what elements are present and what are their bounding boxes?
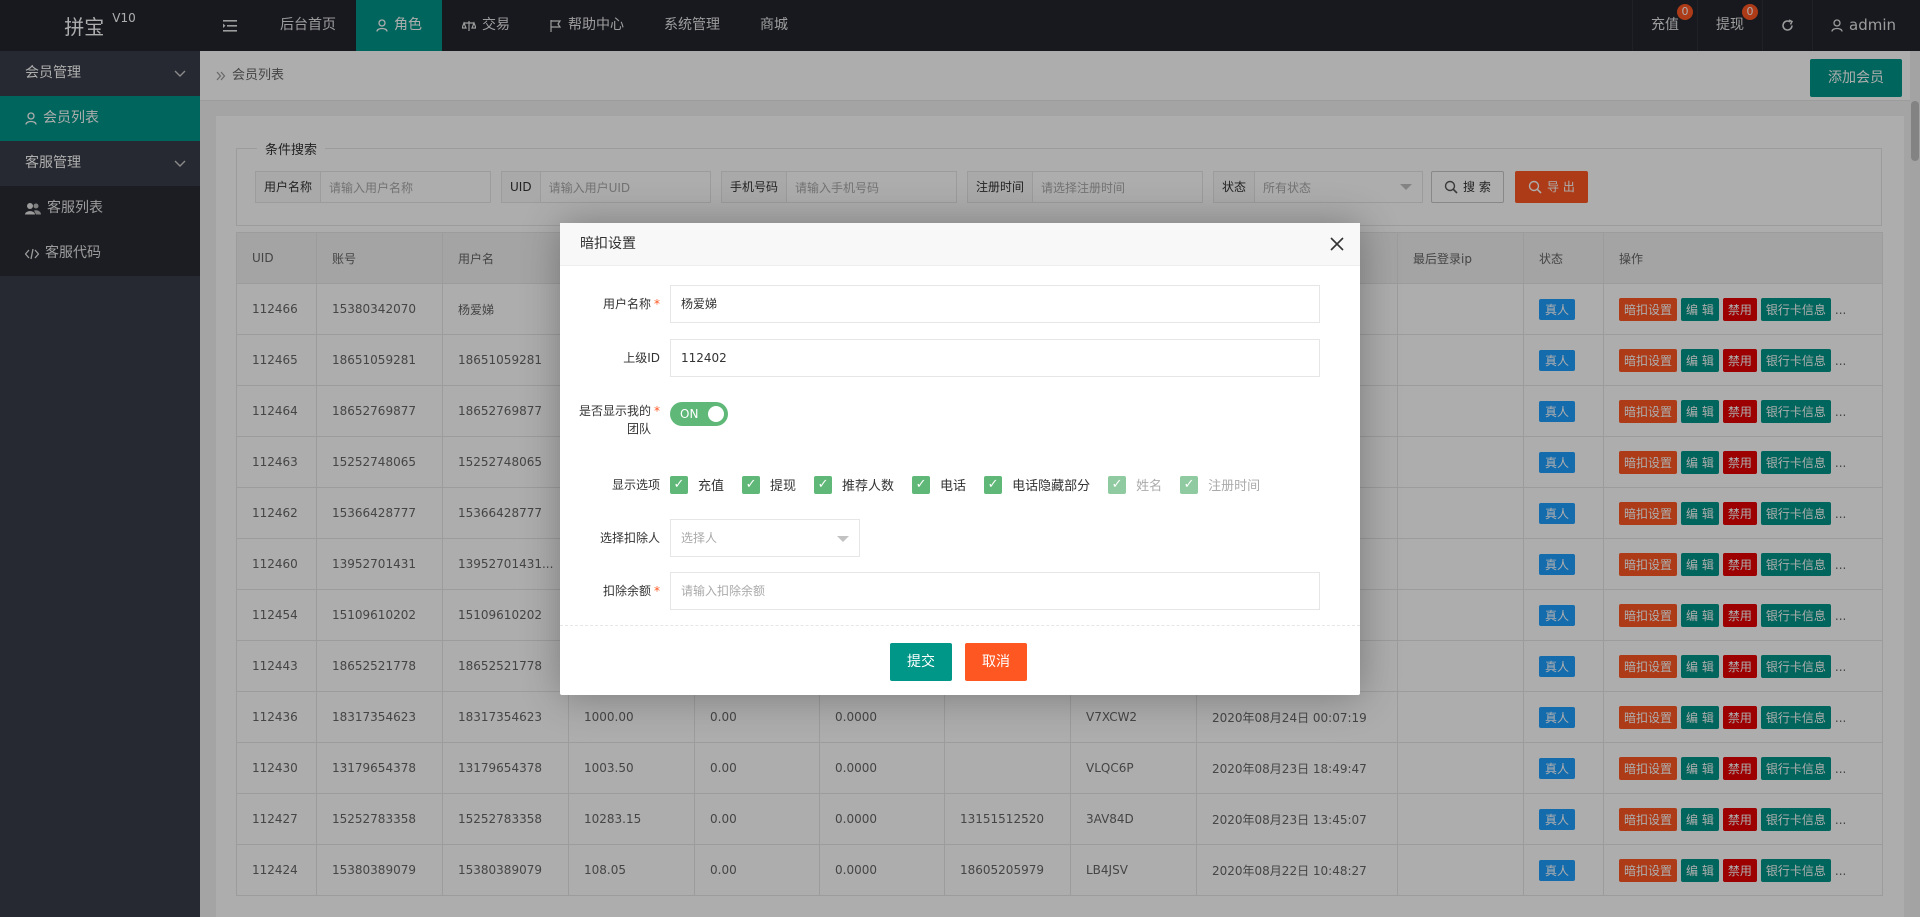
checkbox-label: 推荐人数: [842, 479, 895, 494]
checkbox-label: 电话: [940, 479, 967, 494]
display-options-group: ✓ 充值 ✓ 提现 ✓ 推荐人数 ✓ 电话 ✓ 电话隐藏部分 ✓ 姓名 ✓ 注册时间: [670, 475, 1278, 494]
check-icon: ✓: [814, 475, 833, 494]
required-mark: *: [654, 297, 660, 311]
chevron-down-icon: [837, 536, 849, 542]
switch-knob: [708, 406, 724, 422]
deduct-amount-input[interactable]: 请输入扣除余额: [670, 572, 1320, 610]
dialog-footer: 提交 取消: [560, 625, 1360, 695]
cancel-button[interactable]: 取消: [965, 643, 1027, 681]
dialog-title: 暗扣设置: [580, 236, 636, 252]
display-option-checkbox: ✓ 姓名: [1108, 475, 1162, 494]
check-icon: ✓: [1180, 475, 1199, 494]
close-button[interactable]: [1330, 223, 1344, 266]
display-option-checkbox[interactable]: ✓ 电话: [912, 475, 966, 494]
required-mark: *: [654, 584, 660, 598]
display-options-label: 显示选项: [611, 478, 660, 492]
username-input[interactable]: 杨爱娣: [670, 285, 1320, 323]
checkbox-label: 充值: [698, 479, 725, 494]
dialog-header: 暗扣设置: [560, 223, 1360, 266]
display-option-checkbox: ✓ 注册时间: [1180, 475, 1260, 494]
checkbox-label: 注册时间: [1208, 479, 1261, 494]
check-icon: ✓: [742, 475, 761, 494]
display-option-checkbox[interactable]: ✓ 充值: [670, 475, 724, 494]
checkbox-label: 电话隐藏部分: [1012, 479, 1091, 494]
label-text: 扣除余额: [602, 584, 651, 598]
deduct-person-label: 选择扣除人: [599, 531, 660, 545]
deduct-person-select[interactable]: 选择人: [670, 519, 860, 557]
label-text: 用户名称: [602, 297, 651, 311]
select-placeholder: 选择人: [681, 531, 718, 545]
parent-id-label: 上级ID: [623, 351, 660, 365]
check-icon: ✓: [1108, 475, 1127, 494]
label-text: 是否显示我的团队: [578, 404, 651, 436]
close-icon: [1330, 237, 1344, 251]
show-team-label: 是否显示我的团队*: [560, 402, 660, 438]
submit-button[interactable]: 提交: [890, 643, 952, 681]
show-team-switch[interactable]: ON: [670, 402, 728, 426]
checkbox-label: 提现: [770, 479, 797, 494]
deduct-settings-dialog: 暗扣设置 用户名称 * 杨爱娣 上级ID 112402 是否显示我的团队* ON …: [560, 223, 1360, 695]
username-label: 用户名称 *: [560, 295, 660, 313]
check-icon: ✓: [984, 475, 1003, 494]
switch-label: ON: [680, 407, 699, 421]
parent-id-input[interactable]: 112402: [670, 339, 1320, 377]
required-mark: *: [654, 404, 660, 418]
display-option-checkbox[interactable]: ✓ 提现: [742, 475, 796, 494]
display-option-checkbox[interactable]: ✓ 电话隐藏部分: [984, 475, 1090, 494]
check-icon: ✓: [912, 475, 931, 494]
check-icon: ✓: [670, 475, 688, 494]
display-option-checkbox[interactable]: ✓ 推荐人数: [814, 475, 894, 494]
checkbox-label: 姓名: [1136, 479, 1163, 494]
deduct-amount-label: 扣除余额 *: [560, 582, 660, 600]
